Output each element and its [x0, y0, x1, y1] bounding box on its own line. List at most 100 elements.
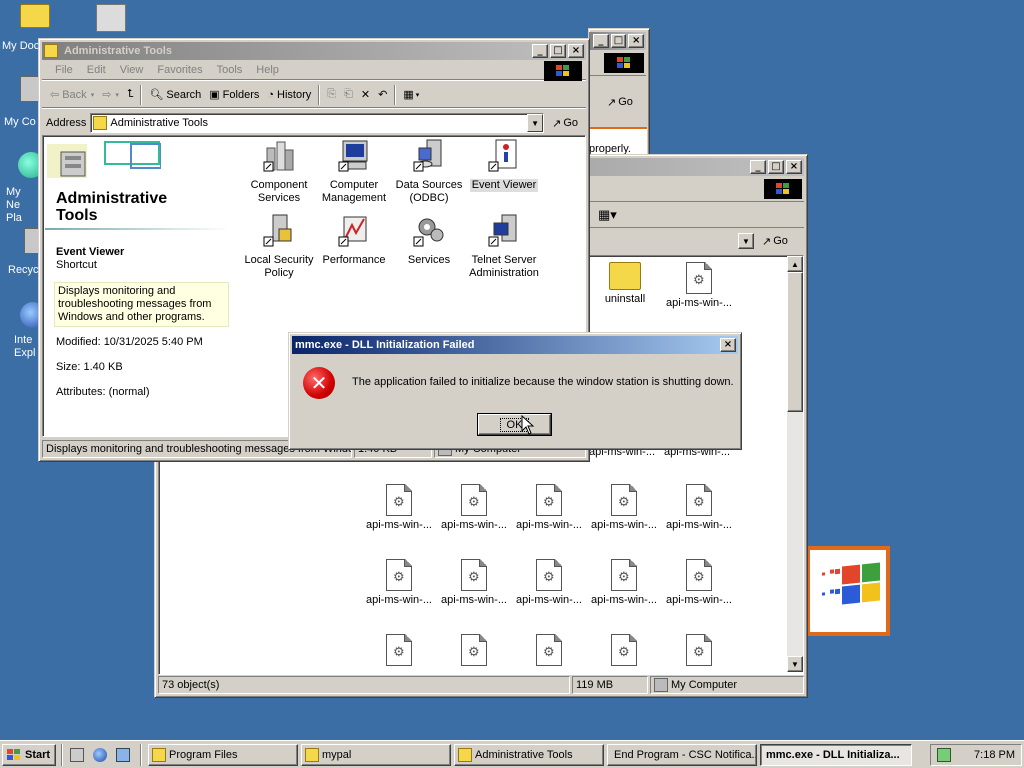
file-item-dll[interactable]: ⚙ api-ms-win-...: [359, 559, 439, 607]
up-folder-button[interactable]: ⮤: [123, 84, 138, 106]
error-dialog-titlebar[interactable]: mmc.exe - DLL Initialization Failed ×: [292, 336, 738, 354]
error-message: The application failed to initialize bec…: [352, 376, 734, 388]
close-button[interactable]: ×: [786, 160, 802, 174]
file-item-label: api-ms-win-...: [515, 594, 582, 606]
back-label: Back: [62, 88, 87, 101]
menu-tools[interactable]: Tools: [210, 64, 250, 76]
task-end-program[interactable]: End Program - CSC Notifica...: [607, 743, 757, 766]
task-mypal[interactable]: mypal: [301, 743, 451, 766]
file-item-label: api-ms-win-...: [665, 297, 732, 309]
dll-file-icon: ⚙: [461, 634, 487, 666]
maximize-button[interactable]: □: [768, 160, 784, 174]
file-item-dll[interactable]: ⚙ api-ms-win-...: [434, 484, 514, 532]
maximize-button[interactable]: □: [610, 34, 627, 48]
scroll-thumb[interactable]: [787, 272, 803, 412]
computer-management-item[interactable]: Computer Management: [314, 138, 394, 205]
file-item-dll[interactable]: ⚙ api-ms-win-...: [659, 559, 739, 607]
dll-file-icon: ⚙: [686, 262, 712, 294]
views-button[interactable]: ▦ ▾: [399, 84, 423, 106]
back-button[interactable]: ⇦ Back ▾: [46, 84, 98, 106]
windows-flag-icon: [764, 179, 802, 199]
telnet-server-administration-item[interactable]: Telnet Server Administration: [464, 213, 544, 280]
views-icon[interactable]: ▦▾: [598, 207, 617, 223]
history-button[interactable]: ◔ History: [263, 84, 315, 106]
file-item-uninstall[interactable]: uninstall: [585, 262, 665, 306]
scroll-up-button[interactable]: ▲: [787, 256, 803, 272]
file-item-dll[interactable]: ⚙: [584, 634, 664, 666]
status-object-count: 73 object(s): [158, 676, 570, 694]
file-item-dll[interactable]: ⚙ api-ms-win-...: [509, 559, 589, 607]
background-window[interactable]: _ □ × ↗ Go properly.: [588, 28, 650, 164]
folders-button[interactable]: ▣ Folders: [205, 84, 263, 106]
data-sources-odbc-item[interactable]: Data Sources (ODBC): [389, 138, 469, 205]
event-viewer-item[interactable]: Event Viewer: [464, 138, 544, 192]
file-item-dll[interactable]: ⚙ api-ms-win-...: [584, 559, 664, 607]
admin-tools-folder-icon: [93, 116, 108, 130]
address-dropdown-button[interactable]: ▼: [738, 233, 754, 249]
menu-edit[interactable]: Edit: [80, 64, 113, 76]
minimize-button[interactable]: _: [750, 160, 766, 174]
file-item-dll[interactable]: ⚙ api-ms-win-...: [434, 559, 514, 607]
folders-icon: ▣: [209, 89, 220, 101]
address-input[interactable]: Administrative Tools ▼: [90, 113, 545, 133]
background-window-titlebar[interactable]: _ □ ×: [589, 32, 646, 50]
file-item-dll[interactable]: ⚙: [509, 634, 589, 666]
file-item-dll[interactable]: ⚙: [434, 634, 514, 666]
search-button[interactable]: 🔍︎ Search: [145, 84, 205, 106]
scroll-down-button[interactable]: ▼: [787, 656, 803, 672]
task-mmc-error[interactable]: mmc.exe - DLL Initializa...: [760, 743, 912, 766]
internet-explorer-icon[interactable]: [93, 747, 107, 762]
menu-help[interactable]: Help: [249, 64, 286, 76]
file-item-dll[interactable]: ⚙ api-ms-win-...: [509, 484, 589, 532]
go-button[interactable]: ↗ Go: [758, 231, 792, 251]
performance-item[interactable]: Performance: [314, 213, 394, 267]
file-item-dll[interactable]: ⚙ api-ms-win-...: [659, 262, 739, 310]
vertical-scrollbar[interactable]: ▲ ▼: [787, 256, 803, 672]
file-item-dll[interactable]: ⚙ api-ms-win-...: [659, 484, 739, 532]
file-item-dll[interactable]: ⚙: [359, 634, 439, 666]
ok-button[interactable]: OK: [477, 413, 552, 436]
minimize-button[interactable]: _: [592, 34, 609, 48]
close-button[interactable]: ×: [720, 338, 736, 352]
go-button[interactable]: ↗ Go: [548, 113, 582, 133]
services-icon: [413, 218, 444, 247]
desktop-shortcut-icon[interactable]: [96, 4, 126, 32]
minimize-button[interactable]: _: [532, 44, 548, 58]
delete-button[interactable]: ✕: [357, 84, 374, 106]
maximize-button[interactable]: □: [550, 44, 566, 58]
clock[interactable]: 7:18 PM: [974, 749, 1015, 761]
show-desktop-icon[interactable]: [70, 747, 84, 762]
network-tray-icon[interactable]: [937, 747, 951, 762]
undo-button[interactable]: ↶: [374, 84, 391, 106]
menu-favorites[interactable]: Favorites: [150, 64, 209, 76]
up-folder-icon: ⮤: [126, 88, 134, 100]
task-administrative-tools[interactable]: Administrative Tools: [454, 743, 604, 766]
outlook-express-icon[interactable]: [116, 747, 130, 762]
copy-to-button[interactable]: ⎗: [340, 84, 357, 106]
go-button[interactable]: ↗ Go: [603, 92, 646, 112]
task-program-files[interactable]: Program Files: [148, 743, 298, 766]
services-item[interactable]: Services: [389, 213, 469, 267]
start-button[interactable]: Start: [2, 743, 56, 766]
task-label: Program Files: [169, 748, 238, 761]
forward-button[interactable]: ⇨ ▾: [98, 84, 123, 106]
menu-view[interactable]: View: [113, 64, 151, 76]
copy-to-icon: ⎗: [344, 88, 353, 100]
status-size: 119 MB: [572, 676, 648, 694]
local-security-policy-item[interactable]: Local Security Policy: [239, 213, 319, 280]
close-button[interactable]: ×: [628, 34, 644, 48]
file-item-label: uninstall: [604, 293, 646, 305]
file-item-dll[interactable]: ⚙: [659, 634, 739, 666]
file-item-dll[interactable]: ⚙ api-ms-win-...: [584, 484, 664, 532]
search-label: Search: [166, 88, 202, 101]
heading-divider: [45, 228, 229, 230]
close-button[interactable]: ×: [568, 44, 584, 58]
component-services-item[interactable]: Component Services: [239, 138, 319, 205]
menu-file[interactable]: File: [48, 64, 80, 76]
error-dialog[interactable]: mmc.exe - DLL Initialization Failed × ✕ …: [288, 332, 742, 450]
move-to-button[interactable]: ⎘: [323, 84, 340, 106]
dll-file-icon: ⚙: [611, 559, 637, 591]
address-dropdown-button[interactable]: ▼: [527, 114, 544, 132]
file-item-dll[interactable]: ⚙ api-ms-win-...: [359, 484, 439, 532]
administrative-tools-titlebar[interactable]: Administrative Tools _ □ ×: [42, 42, 586, 60]
